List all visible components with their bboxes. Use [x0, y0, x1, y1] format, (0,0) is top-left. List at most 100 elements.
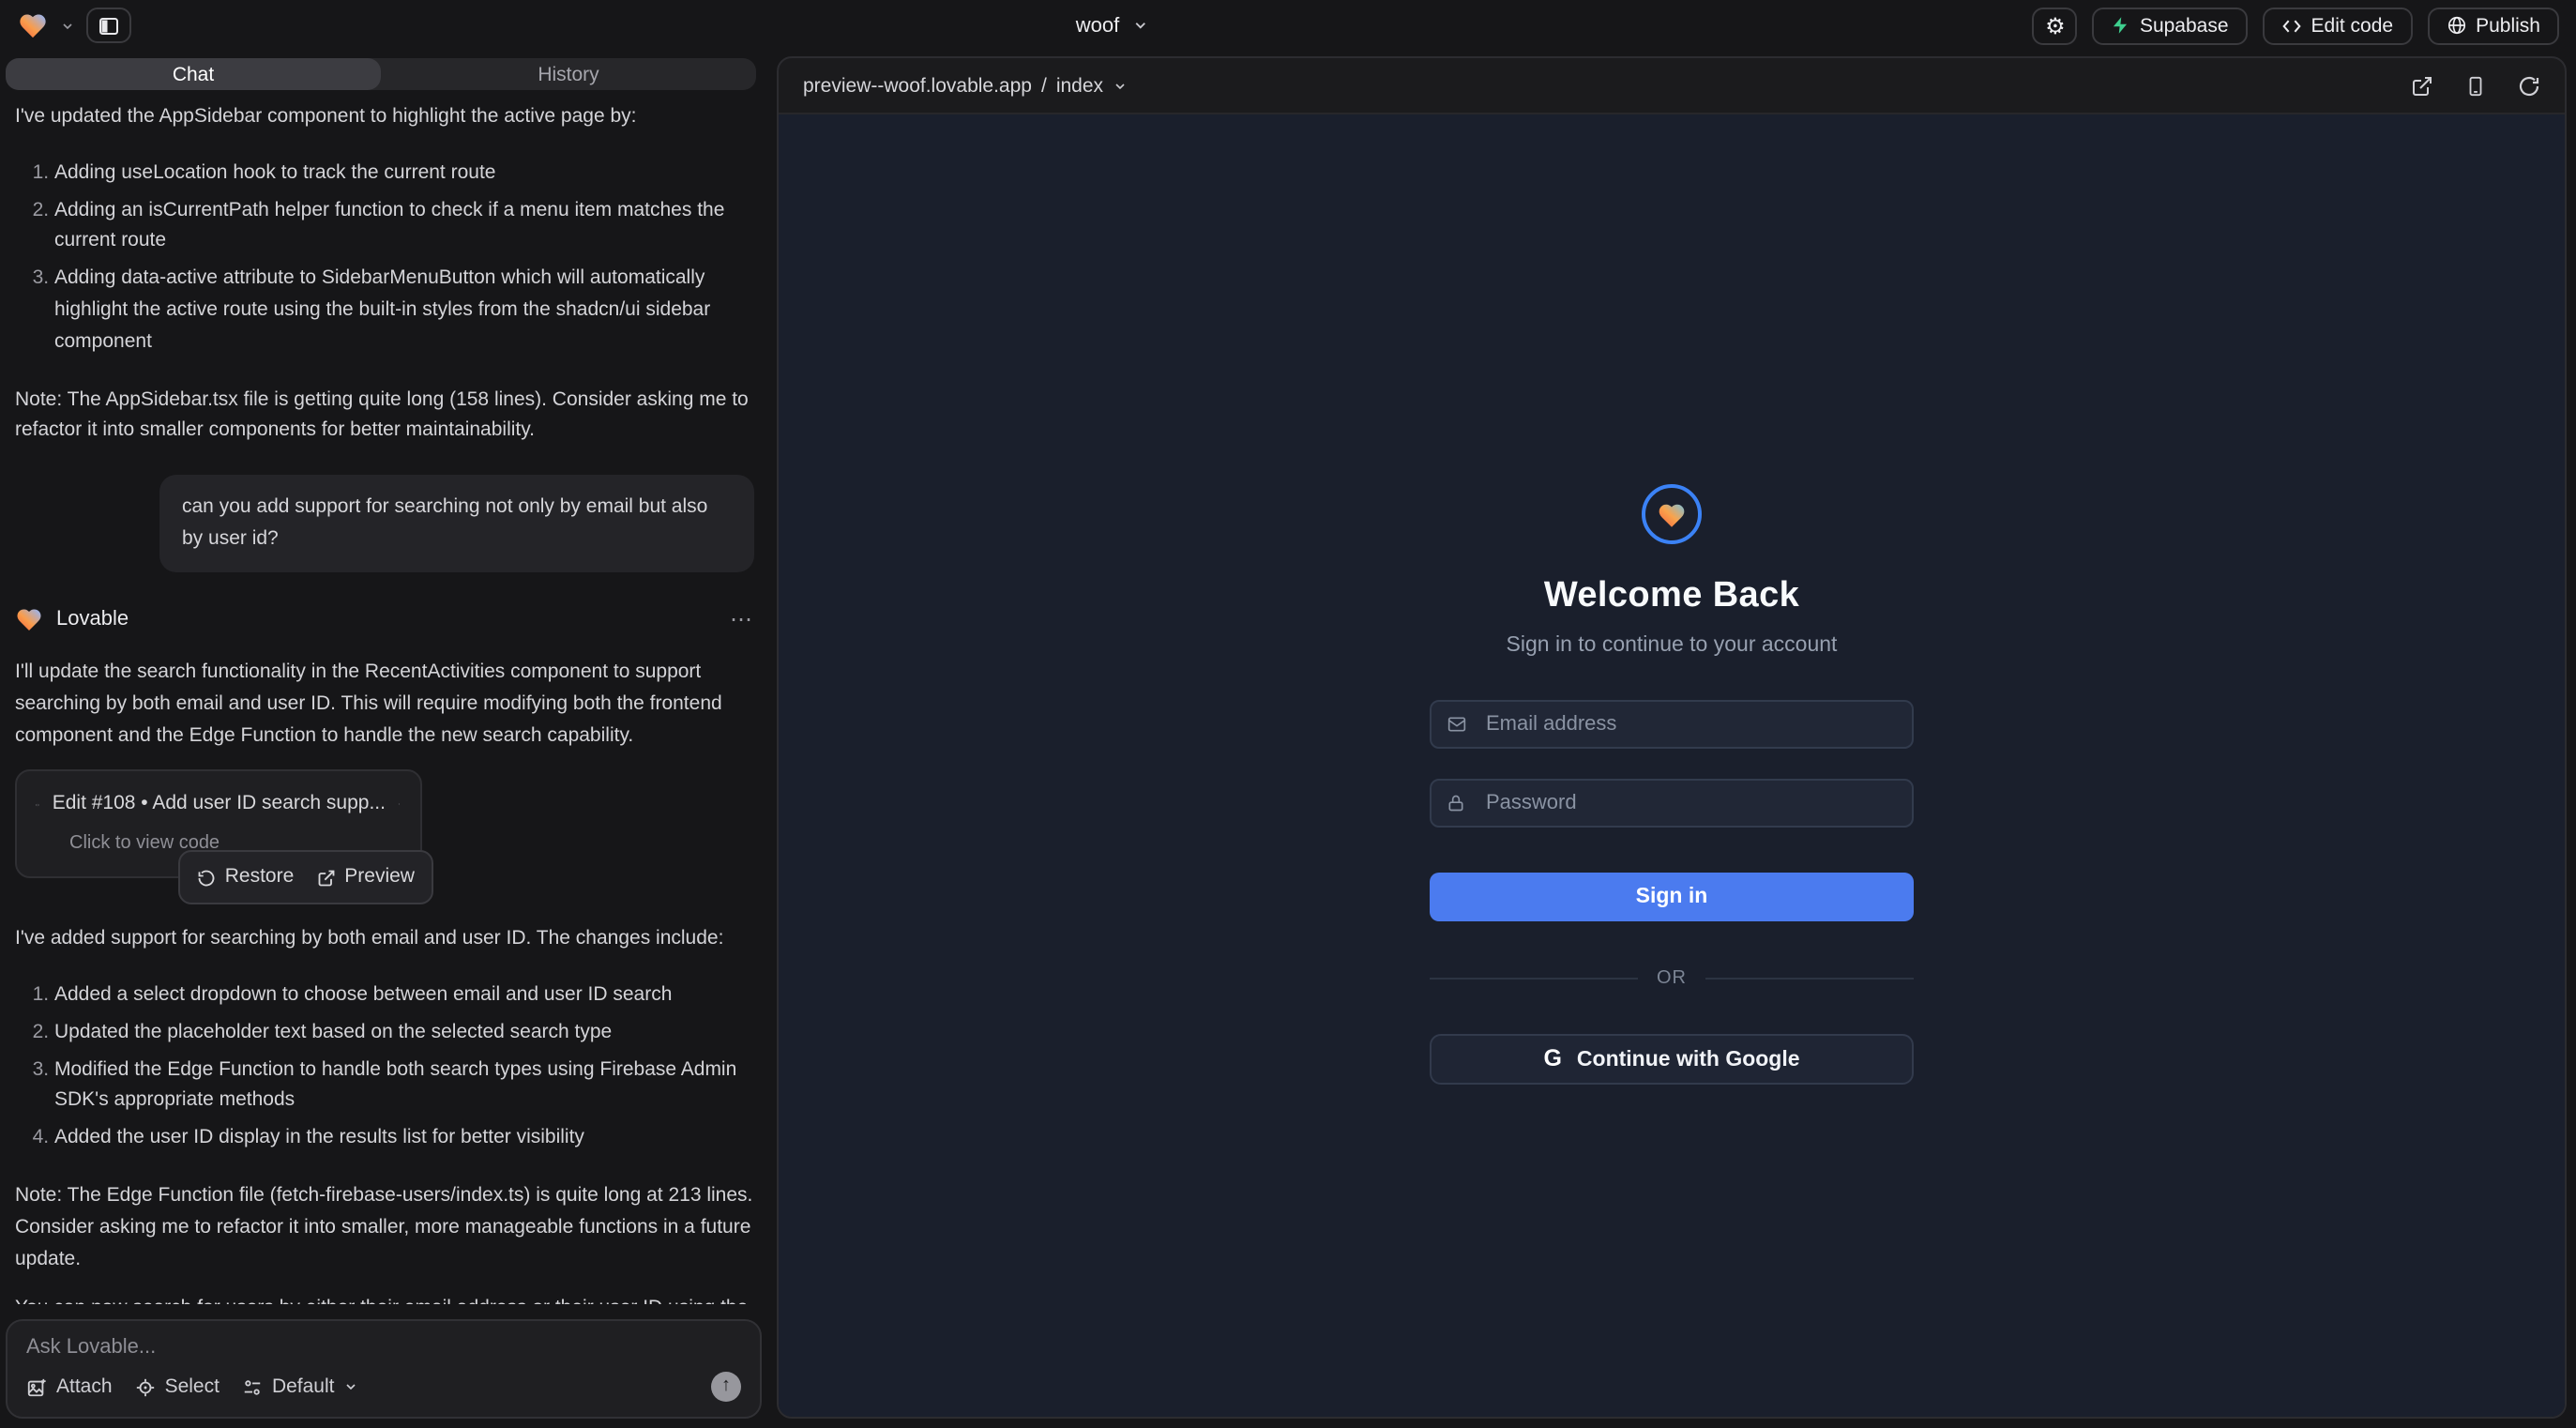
attach-button[interactable]: Attach — [26, 1375, 113, 1398]
external-link-icon — [316, 868, 335, 887]
google-sign-in-button[interactable]: G Continue with Google — [1430, 1034, 1914, 1085]
or-label: OR — [1657, 968, 1687, 989]
supabase-label: Supabase — [2140, 14, 2229, 37]
assistant-paragraph: I've added support for searching by both… — [15, 923, 754, 955]
list-item: Adding an isCurrentPath helper function … — [54, 194, 754, 257]
publish-label: Publish — [2476, 14, 2540, 37]
chat-message-list[interactable]: I've updated the AppSidebar component to… — [0, 90, 769, 1304]
project-title-menu[interactable]: woof — [1076, 14, 1150, 37]
edit-card-title: Edit #108 • Add user ID search supp... — [53, 789, 386, 821]
restore-button[interactable]: Restore — [197, 862, 295, 894]
google-button-label: Continue with Google — [1577, 1048, 1800, 1071]
model-label: Default — [272, 1375, 335, 1398]
composer-toolbar: Attach Select Defaul — [26, 1372, 741, 1402]
chevron-down-icon — [1113, 78, 1128, 93]
list-item: Added the user ID display in the results… — [54, 1122, 754, 1154]
sign-in-button[interactable]: Sign in — [1430, 873, 1914, 921]
assistant-paragraph: I've updated the AppSidebar component to… — [15, 101, 754, 133]
preview-controls — [2411, 74, 2540, 97]
mobile-view-button[interactable] — [2465, 74, 2486, 97]
email-field[interactable] — [1430, 700, 1914, 749]
image-attach-icon — [26, 1376, 47, 1397]
mail-icon — [1447, 715, 1467, 734]
or-divider: OR — [1430, 968, 1914, 989]
tab-history[interactable]: History — [381, 58, 756, 90]
model-selector[interactable]: Default — [242, 1375, 359, 1398]
panel-left-icon — [98, 14, 120, 37]
select-element-button[interactable]: Select — [135, 1375, 220, 1398]
assistant-name: Lovable — [56, 603, 129, 636]
login-subtitle: Sign in to continue to your account — [1507, 634, 1838, 657]
open-in-new-tab-button[interactable] — [2411, 74, 2433, 97]
edit-card-header: Edit #108 • Add user ID search supp... — [36, 789, 402, 821]
select-target-icon — [135, 1376, 156, 1397]
top-bar: woof ⚙ Supabase Edit code — [0, 0, 2576, 51]
chevron-down-icon — [60, 18, 75, 33]
project-name: woof — [1076, 14, 1120, 37]
sidebar-toggle-button[interactable] — [86, 8, 131, 43]
restore-label: Restore — [225, 862, 295, 894]
login-title: Welcome Back — [1544, 576, 1799, 617]
top-bar-left — [17, 8, 131, 43]
list-item: Added a select dropdown to choose betwee… — [54, 980, 754, 1011]
preview-version-button[interactable]: Preview — [316, 862, 415, 894]
password-field-wrap — [1430, 779, 1914, 828]
path-separator: / — [1041, 74, 1047, 97]
sliders-icon — [242, 1376, 263, 1397]
message-more-menu[interactable]: ⋯ — [730, 602, 754, 638]
project-switcher-chevron[interactable] — [60, 18, 75, 33]
external-link-icon — [2411, 74, 2433, 97]
divider-line — [1705, 978, 1914, 980]
smartphone-icon — [2465, 74, 2486, 97]
heart-icon — [15, 607, 43, 633]
refresh-button[interactable] — [2518, 74, 2540, 97]
lovable-app: woof ⚙ Supabase Edit code — [0, 0, 2576, 1428]
google-g-icon: G — [1543, 1048, 1561, 1071]
preview-viewport: Welcome Back Sign in to continue to your… — [779, 114, 2565, 1417]
preview-url-bar: preview--woof.lovable.app / index — [779, 58, 2565, 114]
chat-input[interactable] — [26, 1336, 741, 1359]
supabase-icon — [2112, 15, 2130, 36]
password-field[interactable] — [1430, 779, 1914, 828]
refresh-icon — [2518, 74, 2540, 97]
assistant-note: Note: The AppSidebar.tsx file is getting… — [15, 384, 754, 447]
chevron-down-icon — [344, 1379, 359, 1394]
chevron-down-icon — [1132, 17, 1149, 34]
heart-icon — [1657, 500, 1687, 528]
supabase-button[interactable]: Supabase — [2093, 7, 2248, 44]
assistant-list: Added a select dropdown to choose betwee… — [15, 980, 754, 1154]
attach-label: Attach — [56, 1375, 113, 1398]
edit-code-label: Edit code — [2311, 14, 2394, 37]
settings-button[interactable]: ⚙ — [2033, 7, 2078, 44]
top-bar-actions: ⚙ Supabase Edit code Publish — [2033, 7, 2559, 44]
list-item: Updated the placeholder text based on th… — [54, 1016, 754, 1048]
restore-icon — [197, 868, 216, 887]
list-item: Modified the Edge Function to handle bot… — [54, 1054, 754, 1117]
lovable-heart-logo[interactable] — [17, 11, 49, 39]
globe-icon — [2446, 15, 2466, 36]
preview-domain: preview--woof.lovable.app — [803, 74, 1032, 97]
arrow-up-icon: ↑ — [721, 1377, 731, 1396]
tab-chat[interactable]: Chat — [6, 58, 381, 90]
lock-icon — [1447, 793, 1465, 813]
main-split: Chat History I've updated the AppSidebar… — [0, 51, 2576, 1428]
edit-code-button[interactable]: Edit code — [2263, 7, 2413, 44]
publish-button[interactable]: Publish — [2427, 7, 2559, 44]
email-field-wrap — [1430, 700, 1914, 749]
edit-version-card[interactable]: Edit #108 • Add user ID search supp... C… — [15, 770, 422, 879]
code-icon — [36, 795, 39, 813]
assistant-note: Note: The Edge Function file (fetch-fire… — [15, 1180, 754, 1275]
chevron-right-icon — [399, 796, 402, 813]
send-button[interactable]: ↑ — [711, 1372, 741, 1402]
composer: Attach Select Defaul — [6, 1319, 762, 1419]
divider-line — [1430, 978, 1638, 980]
chat-panel: Chat History I've updated the AppSidebar… — [0, 51, 769, 1428]
list-item: Adding data-active attribute to SidebarM… — [54, 263, 754, 357]
assistant-header: Lovable ⋯ — [15, 602, 754, 638]
preview-url[interactable]: preview--woof.lovable.app / index — [803, 74, 1128, 97]
heart-icon — [17, 11, 49, 39]
user-message-bubble: can you add support for searching not on… — [159, 475, 754, 571]
preview-label: Preview — [344, 862, 415, 894]
preview-page: index — [1056, 74, 1103, 97]
assistant-paragraph: I'll update the search functionality in … — [15, 657, 754, 752]
